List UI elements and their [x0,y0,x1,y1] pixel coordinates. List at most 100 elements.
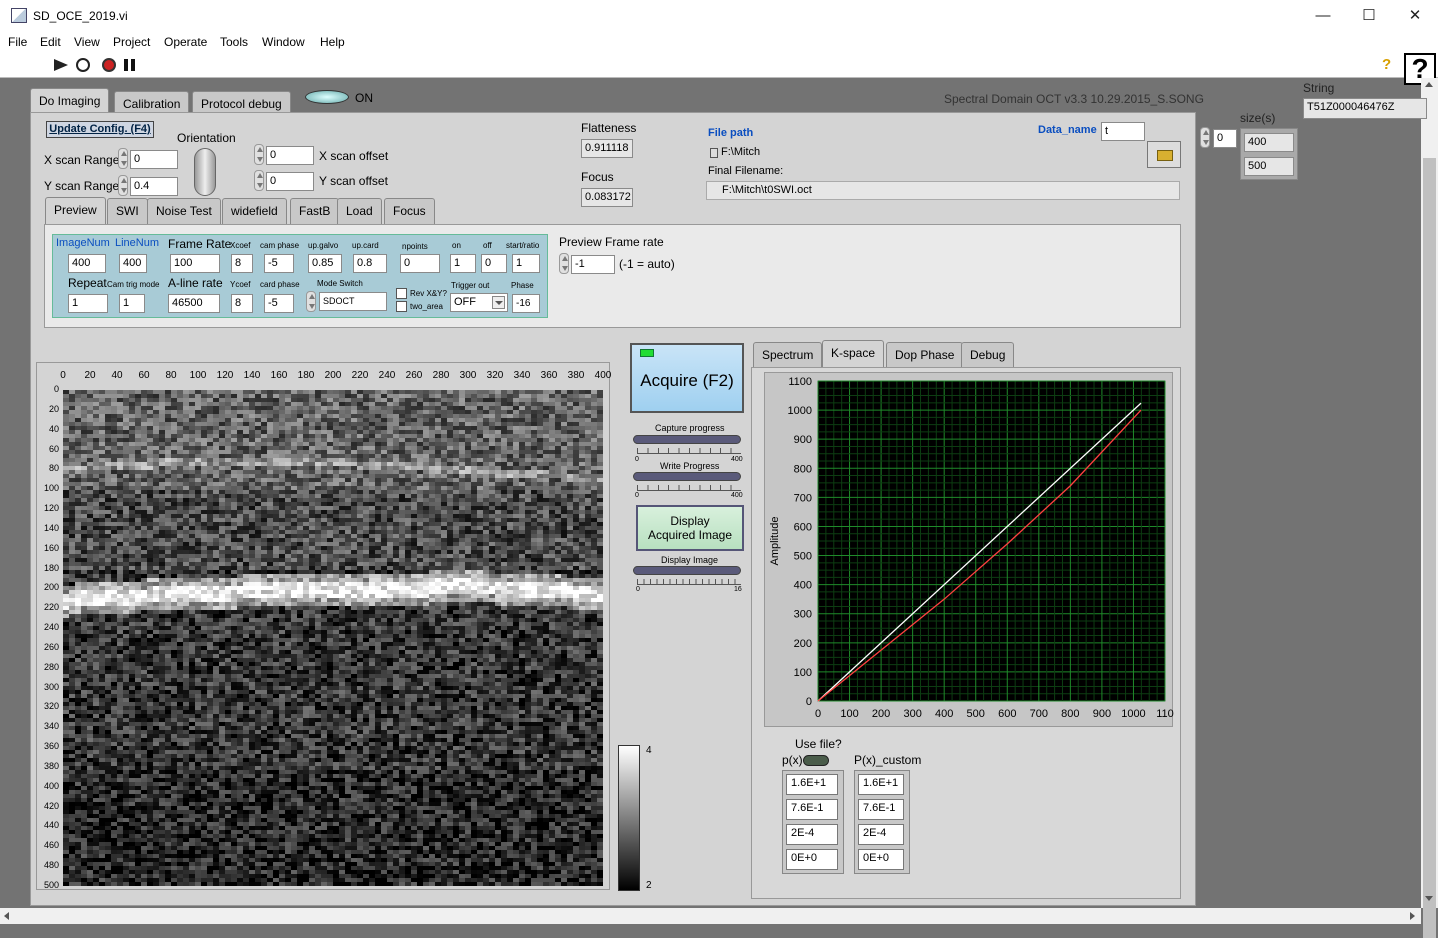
framerate-input[interactable]: 100 [170,254,220,273]
modeswitch-input[interactable]: SDOCT [319,292,387,311]
preview-framerate-spinner[interactable] [559,253,569,274]
menu-edit[interactable]: Edit [40,35,61,49]
pcustom-value-3[interactable]: 0E+0 [858,849,904,870]
menu-operate[interactable]: Operate [164,35,207,49]
tab-swi[interactable]: SWI [107,198,148,225]
capture-progress-bar [633,435,741,444]
x-offset-spinner[interactable] [254,144,264,165]
preview-framerate-input[interactable]: -1 [571,255,615,274]
maximize-button[interactable]: ☐ [1346,0,1392,32]
startratio-input[interactable]: 1 [512,254,540,273]
repeat-input[interactable]: 1 [68,294,108,313]
size-value-0: 400 [1244,133,1294,152]
scroll-up-icon[interactable] [1425,82,1433,87]
display-acquired-image-button[interactable]: Display Acquired Image [636,505,744,551]
pause-icon[interactable] [124,59,135,71]
image-y-tick: 380 [33,761,59,771]
image-y-tick: 80 [33,463,59,473]
display-image-slider[interactable] [633,566,741,575]
y-scan-range-spinner[interactable] [118,175,128,196]
npoints-input[interactable]: 0 [400,254,440,273]
on-count-input[interactable]: 1 [450,254,476,273]
y-offset-input[interactable]: 0 [266,172,314,191]
tab-preview[interactable]: Preview [45,197,106,225]
imagenum-input[interactable]: 400 [68,254,106,273]
minimize-button[interactable]: — [1300,0,1346,32]
upcard-input[interactable]: 0.8 [353,254,387,273]
horizontal-scrollbar[interactable] [0,908,1421,924]
tab-noise-test[interactable]: Noise Test [147,198,221,225]
tab-widefield[interactable]: widefield [222,198,287,225]
k-space-chart[interactable]: 0100200300400500600700800900100011001002… [760,370,1180,730]
tab-fastb[interactable]: FastB [290,198,339,225]
update-config-button[interactable]: Update Config. (F4) [46,121,154,138]
off-count-input[interactable]: 0 [481,254,507,273]
tab-load[interactable]: Load [337,198,382,225]
px-value-0[interactable]: 1.6E+1 [786,774,838,795]
cardphase-input[interactable]: -5 [264,294,294,313]
image-x-tick: 300 [458,370,478,381]
off-count-label: off [483,241,492,250]
x-scan-range-input[interactable]: 0 [130,150,178,169]
camphase-input[interactable]: -5 [264,254,294,273]
x-scan-range-spinner[interactable] [118,148,128,169]
scroll-right-icon[interactable] [1410,912,1415,920]
pcustom-value-1[interactable]: 7.6E-1 [858,799,904,820]
size-index[interactable]: 0 [1213,129,1237,148]
scroll-down-icon[interactable] [1425,896,1433,901]
upgalvo-input[interactable]: 0.85 [308,254,342,273]
chevron-down-icon[interactable] [492,296,505,309]
tab-k-space[interactable]: K-space [822,340,884,369]
close-button[interactable]: ✕ [1392,0,1438,32]
tab-debug[interactable]: Debug [961,342,1014,369]
revxy-checkbox[interactable] [396,288,407,299]
camtrig-input[interactable]: 1 [119,294,145,313]
twoarea-checkbox[interactable] [396,301,407,312]
tab-dop-phase[interactable]: Dop Phase [886,342,963,369]
npoints-label: npoints [402,242,428,251]
tab-spectrum[interactable]: Spectrum [753,342,822,369]
run-arrow-icon[interactable] [54,59,68,71]
browse-folder-button[interactable] [1147,141,1181,168]
size-index-spinner[interactable] [1200,127,1210,148]
use-file-toggle[interactable] [803,755,829,766]
menu-file[interactable]: File [8,35,27,49]
context-help-icon[interactable]: ? [1382,56,1391,73]
scroll-thumb[interactable] [1423,158,1436,938]
oct-bscan-image[interactable] [63,390,603,886]
alinerate-input[interactable]: 46500 [168,294,220,313]
linenum-input[interactable]: 400 [119,254,147,273]
menu-help[interactable]: Help [320,35,345,49]
menu-window[interactable]: Window [262,35,305,49]
vertical-scrollbar[interactable] [1421,78,1438,908]
orientation-switch[interactable] [194,148,216,196]
y-scan-range-input[interactable]: 0.4 [130,177,178,196]
px-value-2[interactable]: 2E-4 [786,824,838,845]
x-offset-input[interactable]: 0 [266,146,314,165]
tab-focus[interactable]: Focus [384,198,435,225]
phase-input[interactable]: -16 [512,294,540,313]
xcoef-input[interactable]: 8 [231,254,253,273]
abort-icon[interactable] [102,58,116,72]
on-indicator-led[interactable] [305,90,349,104]
pcustom-value-2[interactable]: 2E-4 [858,824,904,845]
display-button-line2: Acquired Image [638,528,742,542]
ycoef-input[interactable]: 8 [231,294,253,313]
acquire-button[interactable]: Acquire (F2) [630,343,744,413]
modeswitch-spinner[interactable] [306,291,316,312]
camphase-label: cam phase [260,241,299,250]
ycoef-label: Ycoef [230,280,250,289]
pcustom-value-0[interactable]: 1.6E+1 [858,774,904,795]
image-x-tick: 0 [53,370,73,381]
px-value-1[interactable]: 7.6E-1 [786,799,838,820]
menu-view[interactable]: View [74,35,100,49]
px-value-3[interactable]: 0E+0 [786,849,838,870]
data-name-input[interactable]: t [1101,122,1145,141]
y-offset-spinner[interactable] [254,170,264,191]
menu-tools[interactable]: Tools [220,35,248,49]
run-continuously-icon[interactable] [76,58,90,72]
x-tick-label: 110 [1156,708,1174,720]
scroll-left-icon[interactable] [4,912,9,920]
menu-project[interactable]: Project [113,35,150,49]
file-path-input[interactable]: F:\Mitch [718,144,1144,164]
